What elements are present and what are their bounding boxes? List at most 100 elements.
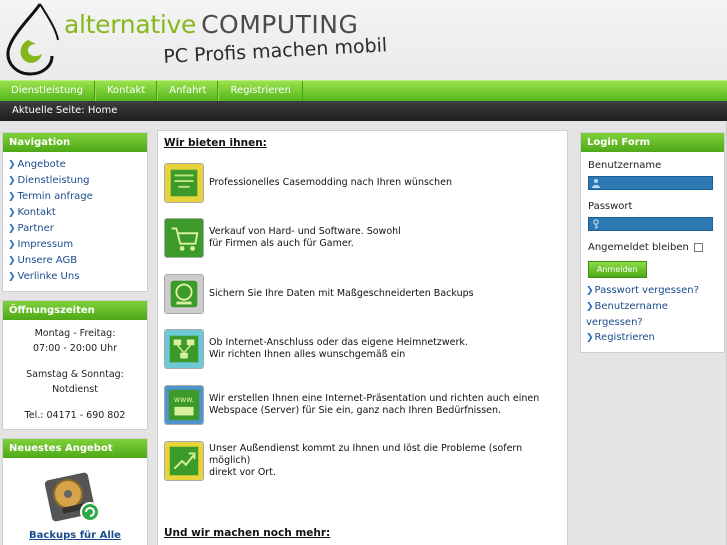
user-icon — [592, 179, 600, 188]
service-text-line2: für Firmen als auch für Gamer. — [209, 238, 354, 249]
hard-drive-backup-icon[interactable] — [44, 470, 106, 526]
sidebar-item-label: Dienstleistung — [17, 175, 90, 186]
site-header: alternative COMPUTING PC Profis machen mo… — [0, 0, 727, 80]
site-tagline: PC Profis machen mobil — [162, 34, 388, 68]
offer-link[interactable]: Backups für Alle — [3, 530, 147, 545]
sidebar-item-label: Verlinke Uns — [17, 271, 80, 282]
username-label: Benutzername — [588, 160, 662, 171]
sidebar-item-label: Impressum — [17, 239, 74, 250]
arrow-icon: ❯ — [8, 256, 16, 266]
drop-logo-icon — [6, 3, 59, 76]
navigation-list: ❯ Angebote ❯ Dienstleistung ❯ Termin anfrag… — [8, 157, 142, 285]
case-modding-icon — [164, 163, 204, 203]
sidebar-item-label: Partner — [17, 223, 54, 234]
shopping-cart-icon — [164, 218, 204, 258]
nav-kontakt[interactable]: Kontakt — [94, 81, 158, 101]
service-text-line2: Wir richten Ihnen alles wunschgemäß ein — [209, 349, 406, 360]
field-service-icon — [164, 441, 204, 481]
arrow-icon: ❯ — [8, 192, 16, 202]
svg-text:www.: www. — [174, 395, 194, 404]
service-item: Unser Außendienst kommt zu Ihnen und lös… — [164, 441, 564, 483]
brand-alternative: alternative — [64, 10, 197, 39]
arrow-icon: ❯ — [8, 240, 16, 250]
service-item: Verkauf von Hard- und Software. Sowohl fü… — [164, 218, 564, 260]
forgot-username-link[interactable]: ❯Benutzername vergessen? — [586, 299, 717, 330]
forgot-password-link[interactable]: ❯Passwort vergessen? — [586, 283, 717, 299]
main-navbar: Dienstleistung Kontakt Anfahrt Registrie… — [0, 80, 727, 101]
login-title: Login Form — [581, 133, 724, 152]
arrow-icon: ❯ — [8, 176, 16, 186]
nav-dienstleistung[interactable]: Dienstleistung — [0, 81, 95, 101]
service-item: www. Wir erstellen Ihnen eine Internet-P… — [164, 385, 564, 427]
more-heading: Und wir machen noch mehr: — [164, 527, 331, 539]
service-text-line1: Unser Außendienst kommt zu Ihnen und lös… — [209, 443, 523, 466]
sidebar-item-verlinke[interactable]: ❯ Verlinke Uns — [8, 269, 142, 285]
breadcrumb: Aktuelle Seite: Home — [0, 101, 727, 121]
services-heading: Wir bieten ihnen: — [164, 137, 267, 149]
opening-hours-title: Öffnungszeiten — [3, 301, 147, 320]
arrow-icon: ❯ — [586, 286, 594, 296]
arrow-icon: ❯ — [8, 208, 16, 218]
service-text-line1: Ob Internet-Anschluss oder das eigene He… — [209, 337, 468, 348]
service-text-line1: Sichern Sie Ihre Daten mit Maßgeschneide… — [209, 288, 474, 299]
network-icon — [164, 329, 204, 369]
login-box: Login Form Benutzername Passwort Angemel… — [580, 132, 725, 353]
service-item: Sichern Sie Ihre Daten mit Maßgeschneide… — [164, 274, 564, 316]
service-text-line1: Verkauf von Hard- und Software. Sowohl — [209, 226, 401, 237]
main-content: Wir bieten ihnen: Professionelles Casemo… — [157, 130, 568, 545]
weekend-label: Samstag & Sonntag: — [26, 369, 124, 380]
arrow-icon: ❯ — [586, 333, 594, 343]
sidebar-item-dienstleistung[interactable]: ❯ Dienstleistung — [8, 173, 142, 189]
key-icon — [593, 219, 599, 229]
www-icon: www. — [164, 385, 204, 425]
password-field[interactable] — [588, 217, 713, 231]
newest-offer-box: Neuestes Angebot Backups für Alle — [2, 438, 148, 545]
left-sidebar: Navigation ❯ Angebote ❯ Dienstleistung ❯ Te… — [2, 132, 148, 545]
service-text-line1: Professionelles Casemodding nach Ihren w… — [209, 177, 453, 188]
sidebar-item-impressum[interactable]: ❯ Impressum — [8, 237, 142, 253]
arrow-icon: ❯ — [8, 224, 16, 234]
sidebar-item-label: Termin anfrage — [17, 191, 93, 202]
sidebar-item-label: Kontakt — [17, 207, 56, 218]
register-link[interactable]: ❯Registrieren — [586, 330, 717, 346]
arrow-icon: ❯ — [586, 302, 594, 312]
backup-icon — [164, 274, 204, 314]
username-field[interactable] — [588, 176, 713, 190]
service-text-line2: Webspace (Server) für Sie ein, ganz nach… — [209, 405, 502, 416]
sidebar-item-partner[interactable]: ❯ Partner — [8, 221, 142, 237]
arrow-icon: ❯ — [8, 160, 16, 170]
sidebar-item-kontakt[interactable]: ❯ Kontakt — [8, 205, 142, 221]
login-links: ❯Passwort vergessen? ❯Benutzername verge… — [586, 283, 717, 346]
sidebar-item-agb[interactable]: ❯ Unsere AGB — [8, 253, 142, 269]
nav-anfahrt[interactable]: Anfahrt — [157, 81, 219, 101]
login-link-label: Passwort vergessen? — [594, 285, 699, 296]
remember-me-row: Angemeldet bleiben — [588, 242, 717, 253]
sidebar-item-label: Unsere AGB — [17, 255, 78, 266]
navigation-box: Navigation ❯ Angebote ❯ Dienstleistung ❯ Te… — [2, 132, 148, 292]
service-item: Professionelles Casemodding nach Ihren w… — [164, 163, 564, 205]
service-item: Ob Internet-Anschluss oder das eigene He… — [164, 329, 564, 371]
arrow-icon: ❯ — [8, 272, 16, 282]
weekday-hours: 07:00 - 20:00 Uhr — [32, 343, 118, 354]
newest-offer-title: Neuestes Angebot — [3, 439, 147, 458]
login-link-label: Benutzername vergessen? — [586, 301, 668, 328]
sidebar-item-angebote[interactable]: ❯ Angebote — [8, 157, 142, 173]
service-text-line2: direkt vor Ort. — [209, 467, 276, 478]
opening-hours-box: Öffnungszeiten Montag - Freitag: 07:00 -… — [2, 300, 148, 430]
remember-label: Angemeldet bleiben — [588, 242, 689, 253]
weekend-hours: Notdienst — [52, 384, 98, 395]
password-label: Passwort — [588, 201, 633, 212]
login-button[interactable]: Anmelden — [588, 261, 647, 278]
login-link-label: Registrieren — [594, 332, 655, 343]
brand-name[interactable]: alternative COMPUTING — [64, 10, 358, 39]
right-sidebar: Login Form Benutzername Passwort Angemel… — [580, 132, 725, 361]
remember-checkbox[interactable] — [693, 243, 703, 252]
phone-number: Tel.: 04171 - 690 802 — [24, 410, 126, 421]
brand-computing: COMPUTING — [201, 10, 359, 39]
sidebar-item-termin[interactable]: ❯ Termin anfrage — [8, 189, 142, 205]
navigation-box-title: Navigation — [3, 133, 147, 152]
sidebar-item-label: Angebote — [17, 159, 66, 170]
nav-registrieren[interactable]: Registrieren — [218, 81, 303, 101]
service-text-line1: Wir erstellen Ihnen eine Internet-Präsen… — [209, 393, 540, 404]
weekday-label: Montag - Freitag: — [34, 328, 116, 339]
